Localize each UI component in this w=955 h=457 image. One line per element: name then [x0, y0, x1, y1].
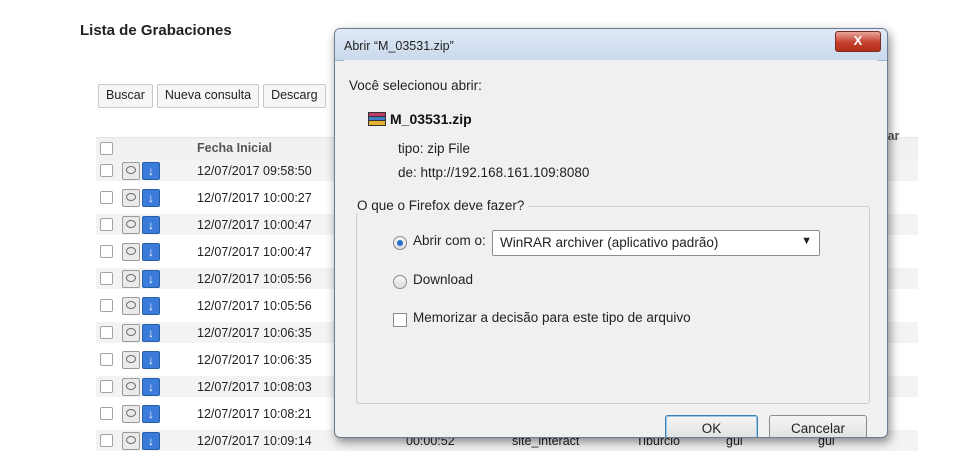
play-record-icon[interactable]: [122, 378, 140, 396]
open-with-radio[interactable]: [393, 236, 407, 250]
play-record-icon[interactable]: [122, 324, 140, 342]
download-arrow-icon[interactable]: ↓: [142, 297, 160, 315]
column-header-fecha-inicial[interactable]: Fecha Inicial: [197, 141, 272, 155]
winrar-archive-icon: [368, 112, 386, 126]
download-arrow-icon[interactable]: ↓: [142, 351, 160, 369]
new-query-button[interactable]: Nueva consulta: [156, 84, 260, 108]
download-arrow-icon[interactable]: ↓: [142, 432, 160, 450]
play-record-icon[interactable]: [122, 189, 140, 207]
cell-fecha: 12/07/2017 10:09:14: [197, 434, 312, 448]
cell-fecha: 12/07/2017 10:06:35: [197, 353, 312, 367]
dialog-content: Você selecionou abrir: M_03531.zip tipo:…: [344, 60, 878, 437]
ok-button[interactable]: OK: [665, 415, 758, 437]
cell-fecha: 12/07/2017 10:05:56: [197, 299, 312, 313]
download-arrow-icon[interactable]: ↓: [142, 189, 160, 207]
file-type: tipo: zip File: [398, 141, 471, 156]
remember-label[interactable]: Memorizar a decisão para este tipo de ar…: [413, 310, 691, 325]
open-with-label[interactable]: Abrir com o:: [413, 233, 486, 248]
play-record-icon[interactable]: [122, 351, 140, 369]
row-checkbox[interactable]: [100, 191, 113, 204]
file-row: M_03531.zip: [368, 111, 472, 127]
download-arrow-icon[interactable]: ↓: [142, 216, 160, 234]
download-arrow-icon[interactable]: ↓: [142, 405, 160, 423]
download-label[interactable]: Download: [413, 272, 473, 287]
row-checkbox[interactable]: [100, 407, 113, 420]
action-group: O que o Firefox deve fazer? Abrir com o:…: [353, 198, 870, 404]
row-checkbox[interactable]: [100, 353, 113, 366]
row-checkbox[interactable]: [100, 299, 113, 312]
action-group-legend: O que o Firefox deve fazer?: [353, 198, 529, 213]
cell-fecha: 12/07/2017 10:00:47: [197, 245, 312, 259]
play-record-icon[interactable]: [122, 405, 140, 423]
cell-fecha: 12/07/2017 10:06:35: [197, 326, 312, 340]
cell-fecha: 12/07/2017 09:58:50: [197, 164, 312, 178]
row-checkbox[interactable]: [100, 434, 113, 447]
close-button[interactable]: X: [835, 31, 881, 52]
play-record-icon[interactable]: [122, 270, 140, 288]
download-radio[interactable]: [393, 275, 407, 289]
file-name: M_03531.zip: [390, 111, 472, 127]
remember-checkbox[interactable]: [393, 313, 407, 327]
application-select[interactable]: WinRAR archiver (aplicativo padrão) ▼: [492, 230, 820, 256]
select-all-checkbox[interactable]: [100, 142, 113, 155]
download-arrow-icon[interactable]: ↓: [142, 162, 160, 180]
download-arrow-icon[interactable]: ↓: [142, 378, 160, 396]
play-record-icon[interactable]: [122, 216, 140, 234]
dialog-titlebar[interactable]: Abrir “M_03531.zip” X: [335, 29, 887, 61]
row-checkbox[interactable]: [100, 272, 113, 285]
cell-fecha: 12/07/2017 10:00:47: [197, 218, 312, 232]
cell-fecha: 12/07/2017 10:00:27: [197, 191, 312, 205]
download-arrow-icon[interactable]: ↓: [142, 324, 160, 342]
play-record-icon[interactable]: [122, 243, 140, 261]
download-button[interactable]: Descarg: [263, 84, 326, 108]
cancel-button[interactable]: Cancelar: [769, 415, 867, 437]
search-button[interactable]: Buscar: [98, 84, 153, 108]
row-checkbox[interactable]: [100, 218, 113, 231]
row-checkbox[interactable]: [100, 380, 113, 393]
application-select-value: WinRAR archiver (aplicativo padrão): [500, 235, 719, 250]
play-record-icon[interactable]: [122, 432, 140, 450]
file-source: de: http://192.168.161.109:8080: [398, 165, 590, 180]
cell-fecha: 12/07/2017 10:08:21: [197, 407, 312, 421]
cell-fecha: 12/07/2017 10:08:03: [197, 380, 312, 394]
play-record-icon[interactable]: [122, 297, 140, 315]
download-arrow-icon[interactable]: ↓: [142, 270, 160, 288]
toolbar: Buscar Nueva consulta Descarg: [98, 84, 326, 108]
open-label: Você selecionou abrir:: [349, 78, 482, 93]
row-checkbox[interactable]: [100, 245, 113, 258]
open-file-dialog: Abrir “M_03531.zip” X Você selecionou ab…: [334, 28, 888, 438]
chevron-down-icon: ▼: [801, 235, 812, 247]
download-arrow-icon[interactable]: ↓: [142, 243, 160, 261]
cell-fecha: 12/07/2017 10:05:56: [197, 272, 312, 286]
row-checkbox[interactable]: [100, 326, 113, 339]
dialog-title: Abrir “M_03531.zip”: [344, 39, 454, 53]
row-checkbox[interactable]: [100, 164, 113, 177]
play-record-icon[interactable]: [122, 162, 140, 180]
page-title: Lista de Grabaciones: [80, 22, 232, 39]
